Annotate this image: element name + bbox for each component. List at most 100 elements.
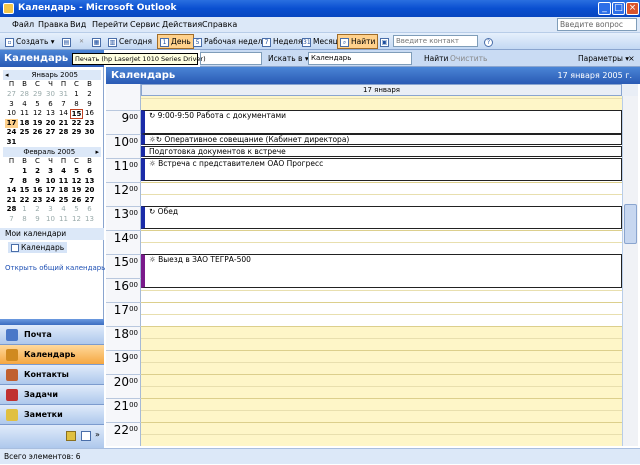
date-cell[interactable]: 19 xyxy=(70,186,83,196)
date-cell[interactable]: 22 xyxy=(18,196,31,206)
time-slot[interactable] xyxy=(141,194,622,206)
time-slot[interactable] xyxy=(141,350,622,362)
time-slot[interactable] xyxy=(141,314,622,326)
date-cell[interactable]: 9 xyxy=(83,100,96,110)
date-cell[interactable]: 8 xyxy=(70,100,83,110)
date-cell[interactable]: 6 xyxy=(83,205,96,215)
date-cell[interactable]: 31 xyxy=(57,90,70,100)
date-cell[interactable]: 4 xyxy=(57,205,70,215)
go-to-button[interactable]: ▦ xyxy=(90,34,105,49)
date-cell[interactable]: 20 xyxy=(44,119,57,129)
menu-go[interactable]: Перейти xyxy=(90,17,130,33)
date-cell[interactable]: 10 xyxy=(5,109,18,119)
date-cell[interactable]: 13 xyxy=(83,177,96,187)
date-cell[interactable]: 29 xyxy=(31,90,44,100)
menu-edit[interactable]: Правка xyxy=(36,17,70,33)
date-cell[interactable]: 28 xyxy=(5,205,18,215)
date-cell[interactable]: 24 xyxy=(44,196,57,206)
date-cell[interactable]: 24 xyxy=(5,128,18,138)
date-cell[interactable]: 14 xyxy=(57,109,70,119)
date-cell[interactable]: 27 xyxy=(83,196,96,206)
folder-icon[interactable] xyxy=(66,431,76,441)
date-cell[interactable]: 7 xyxy=(57,100,70,110)
day-column-header[interactable]: 17 января xyxy=(141,84,622,96)
date-cell[interactable]: 21 xyxy=(5,196,18,206)
date-cell[interactable]: 13 xyxy=(83,215,96,225)
date-cell[interactable]: 25 xyxy=(57,196,70,206)
date-cell[interactable]: 10 xyxy=(44,177,57,187)
date-cell[interactable]: 11 xyxy=(57,215,70,225)
find-now-button[interactable]: Найти xyxy=(424,52,448,65)
date-cell[interactable]: 6 xyxy=(44,100,57,110)
date-cell[interactable]: 8 xyxy=(18,177,31,187)
menu-tools[interactable]: Сервис xyxy=(128,17,162,33)
today-button[interactable]: ▥ Сегодня xyxy=(106,34,154,49)
date-cell[interactable]: 1 xyxy=(70,90,83,100)
date-cell[interactable]: 30 xyxy=(44,90,57,100)
new-button[interactable]: ▫ Создать ▾ xyxy=(3,34,57,49)
date-cell[interactable]: 16 xyxy=(31,186,44,196)
date-cell[interactable]: 31 xyxy=(5,138,18,148)
time-slot[interactable] xyxy=(141,434,622,446)
date-cell[interactable]: 19 xyxy=(31,119,44,129)
date-cell[interactable]: 21 xyxy=(57,119,70,129)
appointment[interactable]: ↻ Обед xyxy=(141,206,622,229)
week-view-button[interactable]: 7 Неделя xyxy=(260,34,304,49)
date-cell[interactable]: 27 xyxy=(44,128,57,138)
date-cell[interactable]: 14 xyxy=(5,186,18,196)
configure-buttons-icon[interactable]: » xyxy=(95,430,100,439)
date-cell[interactable]: 17 xyxy=(5,118,18,128)
date-cell[interactable]: 18 xyxy=(18,119,31,129)
date-cell[interactable]: 9 xyxy=(31,177,44,187)
date-cell[interactable]: 27 xyxy=(5,90,18,100)
appointment[interactable]: ☼↻ Оперативное совещание (Кабинет директ… xyxy=(141,134,622,145)
appointment[interactable]: ↻ 9:00-9:50 Работа с документами xyxy=(141,110,622,134)
date-cell[interactable]: 26 xyxy=(70,196,83,206)
contact-search-input[interactable]: Введите контакт xyxy=(393,35,478,47)
date-cell[interactable]: 1 xyxy=(18,167,31,177)
help-question-input[interactable]: Введите вопрос xyxy=(557,18,637,31)
delete-button[interactable]: ✕ xyxy=(75,34,90,49)
time-slot[interactable] xyxy=(141,398,622,410)
find-text-input[interactable] xyxy=(200,52,262,65)
date-cell[interactable]: 12 xyxy=(70,215,83,225)
appointment[interactable]: ☼ Встреча с представителем ОАО Прогресс xyxy=(141,158,622,181)
date-cell[interactable]: 8 xyxy=(18,215,31,225)
prev-month-icon[interactable]: ◂ xyxy=(3,70,9,80)
close-find-icon[interactable]: × xyxy=(628,52,635,65)
calendar-list-item[interactable]: Календарь xyxy=(8,242,68,253)
date-cell[interactable]: 11 xyxy=(57,177,70,187)
appointment[interactable]: ☼ Выезд в ЗАО ТЕГРА-500 xyxy=(141,254,622,288)
nav-button-mail[interactable]: Почта xyxy=(0,325,104,345)
date-cell[interactable]: 13 xyxy=(44,109,57,119)
date-cell[interactable]: 22 xyxy=(70,119,83,129)
menu-view[interactable]: Вид xyxy=(68,17,88,33)
options-button[interactable]: Параметры ▾ xyxy=(578,52,629,65)
date-cell[interactable]: 18 xyxy=(57,186,70,196)
date-cell[interactable]: 2 xyxy=(31,167,44,177)
date-cell[interactable]: 25 xyxy=(18,128,31,138)
date-cell[interactable]: 23 xyxy=(31,196,44,206)
time-slot[interactable] xyxy=(141,242,622,254)
nav-button-calendar[interactable]: Календарь xyxy=(0,345,104,365)
menu-actions[interactable]: Действия xyxy=(160,17,204,33)
date-cell[interactable]: 26 xyxy=(31,128,44,138)
close-button[interactable]: × xyxy=(626,2,639,15)
shortcut-icon[interactable] xyxy=(81,431,91,441)
workweek-view-button[interactable]: 5 Рабочая неделя xyxy=(191,34,269,49)
date-cell[interactable]: 1 xyxy=(18,205,31,215)
menu-help[interactable]: Справка xyxy=(200,17,239,33)
date-cell[interactable]: 9 xyxy=(31,215,44,225)
date-cell[interactable]: 5 xyxy=(70,205,83,215)
nav-button-contacts[interactable]: Контакты xyxy=(0,365,104,385)
date-cell[interactable]: 5 xyxy=(31,100,44,110)
date-cell[interactable]: 10 xyxy=(44,215,57,225)
date-cell[interactable]: 30 xyxy=(83,128,96,138)
clear-button[interactable]: Очистить xyxy=(450,52,487,65)
appointment[interactable]: Подготовка документов к встрече xyxy=(141,146,622,157)
date-cell[interactable]: 3 xyxy=(44,205,57,215)
date-cell[interactable]: 15 xyxy=(18,186,31,196)
date-cell[interactable]: 7 xyxy=(5,177,18,187)
print-button[interactable]: ▤ xyxy=(60,34,75,49)
menu-file[interactable]: Файл xyxy=(10,17,36,33)
